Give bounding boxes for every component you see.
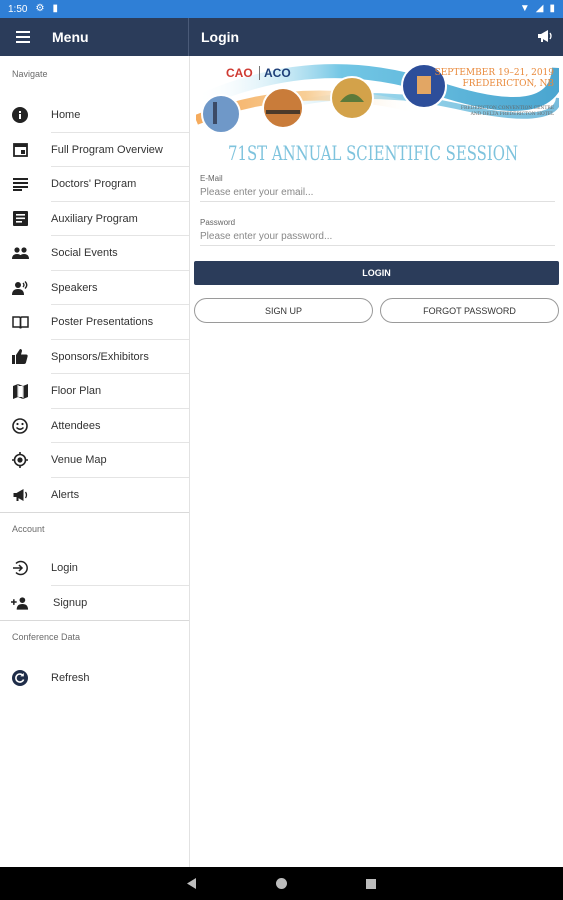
app-bar: Menu Login bbox=[0, 18, 563, 56]
event-date-text: SEPTEMBER 19–21, 2019 bbox=[435, 68, 555, 78]
event-city-text: FREDERICTON, NB bbox=[463, 79, 555, 89]
nav-item-label: Full Program Overview bbox=[51, 143, 163, 156]
section-label-account: Account bbox=[12, 524, 45, 534]
people-icon bbox=[11, 244, 29, 262]
nav-item-label: Sponsors/Exhibitors bbox=[51, 350, 149, 363]
nav-item-signup[interactable]: Signup bbox=[0, 586, 189, 621]
hamburger-menu-icon[interactable] bbox=[16, 31, 30, 43]
back-icon[interactable] bbox=[180, 867, 204, 900]
nav-item-refresh[interactable]: Refresh bbox=[0, 661, 189, 696]
login-button[interactable]: LOGIN bbox=[194, 261, 559, 285]
nav-item-sponsors-exhibitors[interactable]: Sponsors/Exhibitors bbox=[0, 340, 189, 374]
section-label-navigate: Navigate bbox=[12, 69, 48, 79]
nav-item-label: Login bbox=[51, 562, 78, 575]
nav-item-login[interactable]: Login bbox=[0, 551, 189, 586]
email-field: E-Mail Please enter your email... bbox=[200, 174, 555, 202]
nav-item-label: Venue Map bbox=[51, 454, 107, 467]
nav-item-speakers[interactable]: Speakers bbox=[0, 271, 189, 305]
login-page: CAO ACO SEPTEMBER 19–21, 2019 FREDERICTO… bbox=[190, 56, 563, 867]
smiley-icon bbox=[11, 417, 29, 435]
nav-item-doctors-program[interactable]: Doctors' Program bbox=[0, 167, 189, 202]
wifi-icon: ▼ bbox=[519, 3, 530, 14]
page-title: Login bbox=[201, 29, 240, 45]
nav-item-social-events[interactable]: Social Events bbox=[0, 236, 189, 271]
nav-item-attendees[interactable]: Attendees bbox=[0, 409, 189, 443]
article-icon bbox=[11, 210, 29, 228]
nav-item-label: Doctors' Program bbox=[51, 178, 137, 191]
nav-item-label: Attendees bbox=[51, 419, 101, 432]
megaphone-alerts-icon[interactable] bbox=[537, 29, 553, 43]
map-icon bbox=[11, 382, 29, 400]
event-venue-line-2: AND DELTA FREDERICTON HOTEL bbox=[470, 111, 554, 117]
password-field: Password Please enter your password... bbox=[200, 218, 555, 246]
menu-header: Menu bbox=[0, 18, 189, 56]
nav-item-floor-plan[interactable]: Floor Plan bbox=[0, 374, 189, 409]
calendar-icon bbox=[11, 141, 29, 159]
thumb-up-icon bbox=[11, 348, 29, 366]
nav-item-label: Signup bbox=[53, 596, 88, 609]
nav-item-label: Refresh bbox=[51, 672, 90, 685]
subject-lines-icon bbox=[11, 175, 29, 193]
home-icon[interactable] bbox=[269, 867, 293, 900]
nav-item-auxiliary-program[interactable]: Auxiliary Program bbox=[0, 202, 189, 236]
nav-item-label: Auxiliary Program bbox=[51, 212, 138, 225]
refresh-icon bbox=[11, 669, 29, 687]
logo-text-aco: ACO bbox=[264, 66, 291, 80]
conference-banner: CAO ACO SEPTEMBER 19–21, 2019 FREDERICTO… bbox=[196, 58, 559, 168]
email-input[interactable]: Please enter your email... bbox=[200, 183, 555, 202]
nav-item-home[interactable]: Home bbox=[0, 98, 189, 133]
recents-icon[interactable] bbox=[359, 867, 383, 900]
speakers-icon bbox=[11, 279, 29, 297]
nav-item-venue-map[interactable]: Venue Map bbox=[0, 443, 189, 478]
password-input[interactable]: Please enter your password... bbox=[200, 227, 555, 246]
nav-item-poster-presentations[interactable]: Poster Presentations bbox=[0, 305, 189, 340]
signal-icon: ◢ bbox=[535, 3, 544, 14]
system-navigation-bar bbox=[0, 867, 563, 900]
session-title: 71ST ANNUAL SCIENTIFIC SESSION bbox=[228, 141, 518, 165]
password-label: Password bbox=[200, 218, 236, 227]
navigation-drawer: Navigate Home Full Program Overview Doct… bbox=[0, 56, 190, 867]
event-venue-line-1: FREDERICTON CONVENTION CENTRE bbox=[461, 105, 554, 111]
open-book-icon bbox=[11, 313, 29, 331]
battery-icon: ▮ bbox=[549, 3, 555, 14]
section-label-conference-data: Conference Data bbox=[12, 632, 81, 642]
target-location-icon bbox=[11, 451, 29, 469]
status-bar: 1:50 ⚙ ▮ ▼ ◢ ▮ bbox=[0, 0, 563, 18]
nav-item-alerts[interactable]: Alerts bbox=[0, 478, 189, 513]
status-time: 1:50 bbox=[8, 3, 28, 15]
settings-gear-icon: ⚙ bbox=[35, 3, 45, 14]
person-add-icon bbox=[11, 594, 29, 612]
megaphone-icon bbox=[11, 486, 29, 504]
login-icon bbox=[11, 559, 29, 577]
nav-item-full-program-overview[interactable]: Full Program Overview bbox=[0, 133, 189, 167]
nav-item-label: Poster Presentations bbox=[51, 316, 154, 329]
nav-item-label: Speakers bbox=[51, 281, 98, 294]
forgot-password-button[interactable]: FORGOT PASSWORD bbox=[380, 298, 559, 323]
nav-item-label: Alerts bbox=[51, 488, 80, 501]
nav-item-label: Floor Plan bbox=[51, 385, 102, 398]
nav-item-label: Home bbox=[51, 109, 81, 122]
sd-card-icon: ▮ bbox=[52, 3, 58, 14]
menu-title: Menu bbox=[52, 29, 89, 45]
nav-item-label: Social Events bbox=[51, 247, 118, 260]
info-icon bbox=[11, 106, 29, 124]
sign-up-button[interactable]: SIGN UP bbox=[194, 298, 373, 323]
logo-text-cao: CAO bbox=[226, 66, 253, 80]
email-label: E-Mail bbox=[200, 174, 223, 183]
